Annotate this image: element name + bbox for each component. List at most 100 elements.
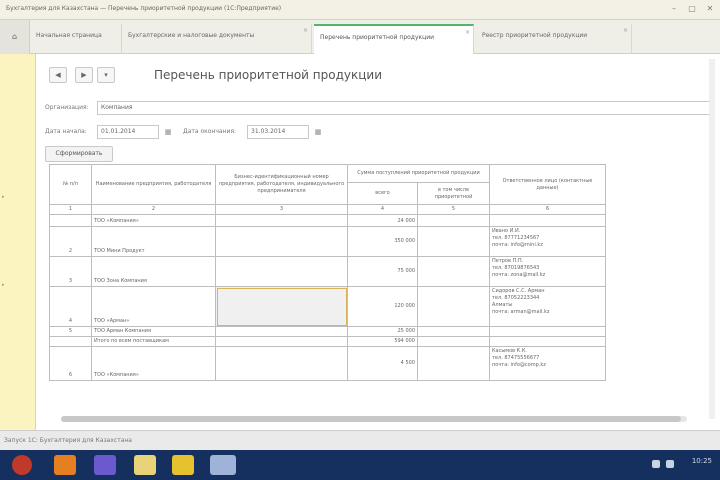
cell-bin[interactable] xyxy=(215,326,348,337)
clock[interactable]: 10:25 xyxy=(692,457,712,465)
page-title: Перечень приоритетной продукции xyxy=(154,68,383,82)
panel-mark-icon: ▸ xyxy=(2,194,5,200)
date-to-field[interactable]: 31.03.2014 xyxy=(247,125,309,139)
column-number: 2 xyxy=(91,204,216,215)
calendar-icon[interactable]: ▦ xyxy=(163,126,173,138)
volume-icon[interactable] xyxy=(666,460,674,468)
cell-bin[interactable] xyxy=(215,256,348,287)
column-number: 6 xyxy=(489,204,606,215)
window-titlebar: Бухгалтерия для Казахстана — Перечень пр… xyxy=(0,0,720,20)
media-player-icon[interactable] xyxy=(94,455,116,475)
cell-name[interactable]: ТОО Арман Компания xyxy=(91,326,216,337)
cell-total[interactable]: 350 000 xyxy=(347,226,418,257)
cell-incl[interactable] xyxy=(417,226,490,257)
vertical-scrollbar[interactable] xyxy=(709,59,715,419)
cell-name[interactable]: ТОО «Компания» xyxy=(91,214,216,227)
cell-total[interactable]: 594 000 xyxy=(347,336,418,347)
open-window-icon[interactable] xyxy=(210,455,236,475)
cell-num[interactable]: 2 xyxy=(49,226,92,257)
cell-bin[interactable] xyxy=(215,346,348,381)
table-row-total[interactable]: Итого по всем поставщикам 594 000 xyxy=(49,336,606,347)
cell-num[interactable] xyxy=(49,214,92,227)
cell-num[interactable] xyxy=(49,336,92,347)
tab-accounting-documents[interactable]: Бухгалтерские и налоговые документы × xyxy=(122,24,312,54)
cell-incl[interactable] xyxy=(417,256,490,287)
cell-name[interactable]: ТОО «Арман» xyxy=(91,286,216,327)
cell-total[interactable]: 120 000 xyxy=(347,286,418,327)
tab-priority-list[interactable]: Перечень приоритетной продукции × xyxy=(314,24,474,54)
cell-contact[interactable] xyxy=(489,214,606,227)
maximize-icon[interactable]: ▢ xyxy=(686,4,698,14)
tab-home-page[interactable]: Начальная страница xyxy=(30,24,122,54)
cell-contact[interactable]: Ивано И.И. тел. 87771234567 почта: info@… xyxy=(489,226,606,257)
cell-num[interactable]: 6 xyxy=(49,346,92,381)
cell-contact[interactable]: Сидоров С.С. Арман тел. 87052223344 Алма… xyxy=(489,286,606,327)
sections-panel[interactable]: ▸ ▸ xyxy=(0,54,36,430)
tab-close-icon[interactable]: × xyxy=(623,27,628,34)
cell-name[interactable]: ТОО Зона Компания xyxy=(91,256,216,287)
scrollbar-thumb[interactable] xyxy=(61,416,681,422)
header-name: Наименование предприятия, работодателя xyxy=(91,164,216,205)
cell-num[interactable]: 5 xyxy=(49,326,92,337)
cell-incl[interactable] xyxy=(417,326,490,337)
more-button[interactable]: ▾ xyxy=(97,67,115,83)
cell-incl[interactable] xyxy=(417,214,490,227)
organization-label: Организация: xyxy=(45,104,89,111)
forward-button[interactable]: ▶ xyxy=(75,67,93,83)
column-number: 5 xyxy=(417,204,490,215)
back-button[interactable]: ◀ xyxy=(49,67,67,83)
cell-name[interactable]: ТОО «Компания» xyxy=(91,346,216,381)
header-incl: в том числе приоритетной xyxy=(417,182,490,205)
table-row[interactable]: 3 ТОО Зона Компания 75 000 Петров П.П. т… xyxy=(49,256,606,287)
folder-icon[interactable] xyxy=(134,455,156,475)
start-menu-icon[interactable] xyxy=(12,455,32,475)
cell-num[interactable]: 3 xyxy=(49,256,92,287)
cell-total[interactable]: 25 000 xyxy=(347,326,418,337)
cell-contact[interactable] xyxy=(489,336,606,347)
tab-label: Реестр приоритетной продукции xyxy=(482,32,588,39)
tab-priority-register[interactable]: Реестр приоритетной продукции × xyxy=(476,24,632,54)
cell-bin-selected[interactable] xyxy=(215,286,348,327)
browser-icon[interactable] xyxy=(54,455,76,475)
1c-app-icon[interactable] xyxy=(172,455,194,475)
cell-incl[interactable] xyxy=(417,336,490,347)
cell-name[interactable]: ТОО Мини Продукт xyxy=(91,226,216,257)
table-row[interactable]: 6 ТОО «Компания» 4 500 Касымов К.К. тел.… xyxy=(49,346,606,381)
cell-total[interactable]: 75 000 xyxy=(347,256,418,287)
calendar-icon[interactable]: ▦ xyxy=(313,126,323,138)
cell-contact[interactable]: Касымов К.К. тел. 87475556677 почта: inf… xyxy=(489,346,606,381)
header-num: № п/п xyxy=(49,164,92,205)
horizontal-scrollbar[interactable] xyxy=(61,416,687,422)
tab-close-icon[interactable]: × xyxy=(303,27,308,34)
close-icon[interactable]: ✕ xyxy=(704,4,716,14)
cell-contact[interactable] xyxy=(489,326,606,337)
cell-contact[interactable]: Петров П.П. тел. 87019876543 почта: zona… xyxy=(489,256,606,287)
tab-close-icon[interactable]: × xyxy=(465,29,470,36)
home-tab-icon[interactable]: ⌂ xyxy=(0,20,30,54)
column-number: 1 xyxy=(49,204,92,215)
generate-button[interactable]: Сформировать xyxy=(45,146,113,162)
date-from-field[interactable]: 01.01.2014 xyxy=(97,125,159,139)
table-row[interactable]: 4 ТОО «Арман» 120 000 Сидоров С.С. Арман… xyxy=(49,286,606,327)
tab-label: Бухгалтерские и налоговые документы xyxy=(128,32,255,39)
table-row[interactable]: 2 ТОО Мини Продукт 350 000 Ивано И.И. те… xyxy=(49,226,606,257)
cell-total[interactable]: 4 500 xyxy=(347,346,418,381)
header-total: всего xyxy=(347,182,418,205)
cell-num[interactable]: 4 xyxy=(49,286,92,327)
window-title: Бухгалтерия для Казахстана — Перечень пр… xyxy=(6,5,282,12)
column-number: 4 xyxy=(347,204,418,215)
cell-incl[interactable] xyxy=(417,286,490,327)
cell-name[interactable]: Итого по всем поставщикам xyxy=(91,336,216,347)
tab-bar: ⌂ Начальная страница Бухгалтерские и нал… xyxy=(0,20,720,54)
cell-bin[interactable] xyxy=(215,336,348,347)
organization-field[interactable]: Компания xyxy=(97,101,711,115)
minimize-icon[interactable]: – xyxy=(668,4,680,14)
tray-icon[interactable] xyxy=(652,460,660,468)
table-row[interactable]: ТОО «Компания» 24 000 xyxy=(49,214,606,227)
cell-bin[interactable] xyxy=(215,214,348,227)
table-row[interactable]: 5 ТОО Арман Компания 25 000 xyxy=(49,326,606,337)
column-number: 3 xyxy=(215,204,348,215)
cell-incl[interactable] xyxy=(417,346,490,381)
cell-bin[interactable] xyxy=(215,226,348,257)
cell-total[interactable]: 24 000 xyxy=(347,214,418,227)
